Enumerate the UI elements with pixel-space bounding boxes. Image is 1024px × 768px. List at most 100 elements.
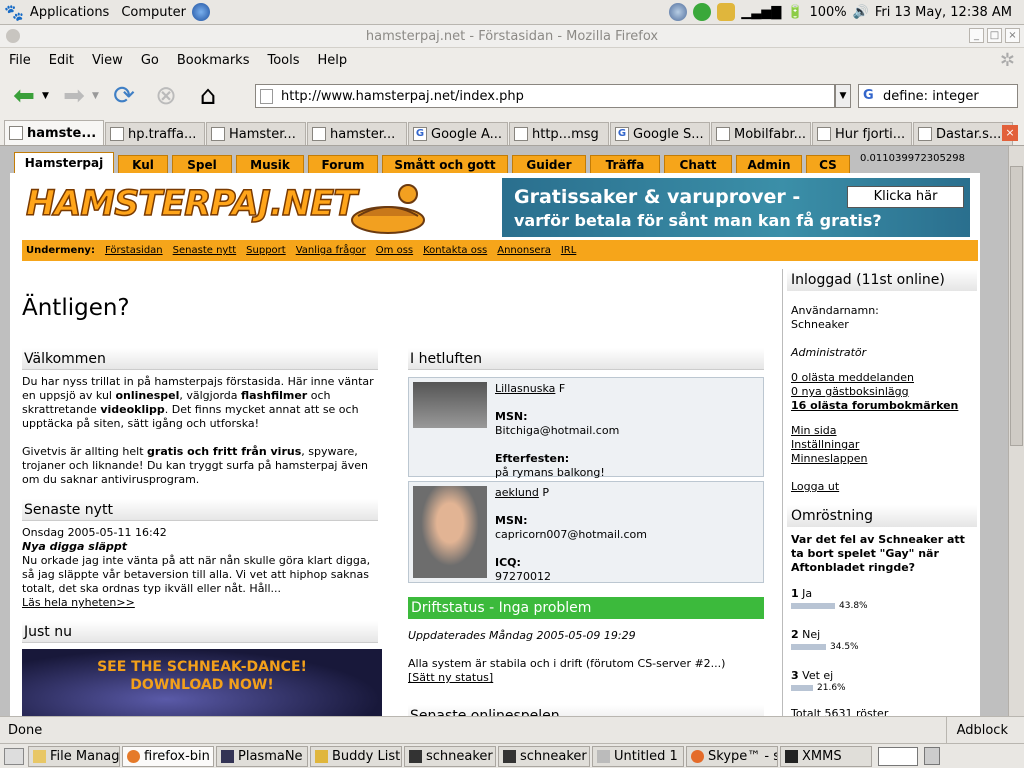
submenu-forstasidan[interactable]: Förstasidan (105, 245, 163, 256)
close-tab-icon[interactable]: × (1002, 125, 1018, 141)
nav-spel[interactable]: Spel (172, 155, 232, 173)
globe-icon[interactable] (191, 3, 210, 21)
news-read-more-link[interactable]: Läs hela nyheten>> (22, 596, 378, 610)
unread-messages-link[interactable]: 0 olästa meddelanden (791, 371, 914, 385)
tab-google-a[interactable]: G Google A... (408, 122, 508, 145)
submenu-om-oss[interactable]: Om oss (376, 245, 413, 256)
back-button[interactable]: ⬅ (6, 78, 42, 114)
news-headline[interactable]: Nya digga släppt (22, 540, 378, 554)
nav-musik[interactable]: Musik (236, 155, 304, 173)
task-file-manager[interactable]: File Manag (28, 745, 120, 767)
nav-smatt-och-gott[interactable]: Smått och gott (382, 155, 508, 173)
profile-name-link[interactable]: Lillasnuska (495, 382, 555, 395)
window-titlebar[interactable]: hamsterpaj.net - Förstasidan - Mozilla F… (0, 25, 1024, 48)
msn-value: Bitchiga@hotmail.com (495, 424, 620, 437)
menu-file[interactable]: File (0, 53, 40, 68)
banner-button[interactable]: Klicka här (847, 186, 964, 208)
stop-button[interactable]: ⊗ (148, 78, 184, 114)
tab-dastar[interactable]: Dastar.s... (913, 122, 1013, 145)
url-dropdown-button[interactable]: ▼ (835, 84, 851, 108)
signal-icon[interactable]: ▁▃▅▇ (741, 5, 781, 20)
task-skype[interactable]: Skype™ - s (686, 745, 778, 767)
nav-traffa[interactable]: Träffa (590, 155, 660, 173)
menu-view[interactable]: View (83, 53, 132, 68)
profile-name-link[interactable]: aeklund (495, 486, 539, 499)
minimize-button[interactable]: _ (969, 28, 984, 43)
submenu-irl[interactable]: IRL (561, 245, 576, 256)
adblock-button[interactable]: Adblock (945, 717, 1024, 743)
url-field[interactable]: http://www.hamsterpaj.net/index.php (255, 84, 835, 108)
reload-button[interactable]: ⟳ (106, 78, 142, 114)
nav-kul[interactable]: Kul (118, 155, 168, 173)
show-desktop-icon[interactable] (4, 747, 24, 765)
tab-hamsterpaj[interactable]: hamste... (4, 120, 104, 145)
volume-icon[interactable]: 🔊 (853, 5, 869, 20)
logout-link[interactable]: Logga ut (791, 480, 839, 494)
search-field[interactable]: G define: integer (858, 84, 1018, 108)
buddy-icon[interactable] (717, 3, 736, 21)
submenu-senaste-nytt[interactable]: Senaste nytt (173, 245, 237, 256)
close-button[interactable]: × (1005, 28, 1020, 43)
nav-hamsterpaj[interactable]: Hamsterpaj (14, 152, 114, 173)
task-untitled[interactable]: Untitled 1 (592, 745, 684, 767)
submenu-support[interactable]: Support (246, 245, 286, 256)
menu-edit[interactable]: Edit (40, 53, 83, 68)
submenu-faq[interactable]: Vanliga frågor (296, 245, 366, 256)
task-terminal-2[interactable]: schneaker (498, 745, 590, 767)
tab-hamster-2[interactable]: Hamster... (206, 122, 306, 145)
settings-link[interactable]: Inställningar (791, 438, 859, 452)
tab-hur-fjorti[interactable]: Hur fjorti... (812, 122, 912, 145)
back-history-icon[interactable]: ▼ (42, 91, 56, 101)
google-search-icon[interactable]: G (863, 88, 874, 103)
tab-google-s[interactable]: G Google S... (610, 122, 710, 145)
set-status-link[interactable]: [Sätt ny status] (408, 671, 764, 685)
task-plasmaneo[interactable]: PlasmaNe (216, 745, 308, 767)
task-buddy-list[interactable]: Buddy List (310, 745, 402, 767)
update-check-icon[interactable] (693, 3, 712, 21)
nav-guider[interactable]: Guider (512, 155, 586, 173)
schneak-dance-banner[interactable]: SEE THE SCHNEAK-DANCE! DOWNLOAD NOW! (22, 649, 382, 716)
trash-icon[interactable] (924, 747, 940, 765)
battery-icon[interactable]: 🔋 (787, 5, 803, 20)
vertical-scrollbar[interactable] (1008, 146, 1024, 716)
nav-admin[interactable]: Admin (736, 155, 802, 173)
task-firefox[interactable]: firefox-bin (122, 745, 214, 767)
maximize-button[interactable]: □ (987, 28, 1002, 43)
window-close-icon[interactable] (6, 29, 20, 43)
clock[interactable]: Fri 13 May, 12:38 AM (875, 5, 1012, 20)
poll-option-1[interactable]: 1 Ja (791, 587, 812, 601)
notes-link[interactable]: Minneslappen (791, 452, 868, 466)
submenu-annonsera[interactable]: Annonsera (497, 245, 551, 256)
forward-history-icon[interactable]: ▼ (92, 91, 106, 101)
nav-cs[interactable]: CS (806, 155, 850, 173)
tab-msg[interactable]: http...msg (509, 122, 609, 145)
task-terminal-1[interactable]: schneaker (404, 745, 496, 767)
submenu-kontakta[interactable]: Kontakta oss (423, 245, 487, 256)
forward-button[interactable]: ➡ (56, 78, 92, 114)
profile-photo[interactable] (413, 382, 487, 428)
gnome-foot-icon[interactable]: 🐾 (4, 3, 24, 22)
home-button[interactable]: ⌂ (190, 78, 226, 114)
tab-hamster-3[interactable]: hamster... (307, 122, 407, 145)
nav-chatt[interactable]: Chatt (664, 155, 732, 173)
workspace-switcher-icon[interactable] (878, 746, 918, 766)
poll-option-2[interactable]: 2 Nej (791, 628, 820, 642)
tab-traffa[interactable]: hp.traffa... (105, 122, 205, 145)
ad-banner[interactable]: Gratissaker & varuprover - varför betala… (502, 178, 970, 237)
nav-forum[interactable]: Forum (308, 155, 378, 173)
profile-photo[interactable] (413, 486, 487, 578)
network-globe-icon[interactable] (669, 3, 688, 21)
tab-mobilfabr[interactable]: Mobilfabr... (711, 122, 811, 145)
guestbook-link[interactable]: 0 nya gästboksinlägg (791, 385, 909, 399)
site-logo[interactable]: HAMSTERPAJ.NET (25, 183, 358, 225)
forum-bookmarks-link[interactable]: 16 olästa forumbokmärken (791, 399, 958, 413)
menu-go[interactable]: Go (132, 53, 168, 68)
scrollbar-thumb[interactable] (1010, 166, 1023, 446)
my-page-link[interactable]: Min sida (791, 424, 837, 438)
menu-help[interactable]: Help (309, 53, 357, 68)
menu-bookmarks[interactable]: Bookmarks (168, 53, 259, 68)
applications-menu[interactable]: Applications (24, 5, 115, 20)
computer-menu[interactable]: Computer (115, 5, 192, 20)
menu-tools[interactable]: Tools (258, 53, 308, 68)
task-xmms[interactable]: XMMS (780, 745, 872, 767)
